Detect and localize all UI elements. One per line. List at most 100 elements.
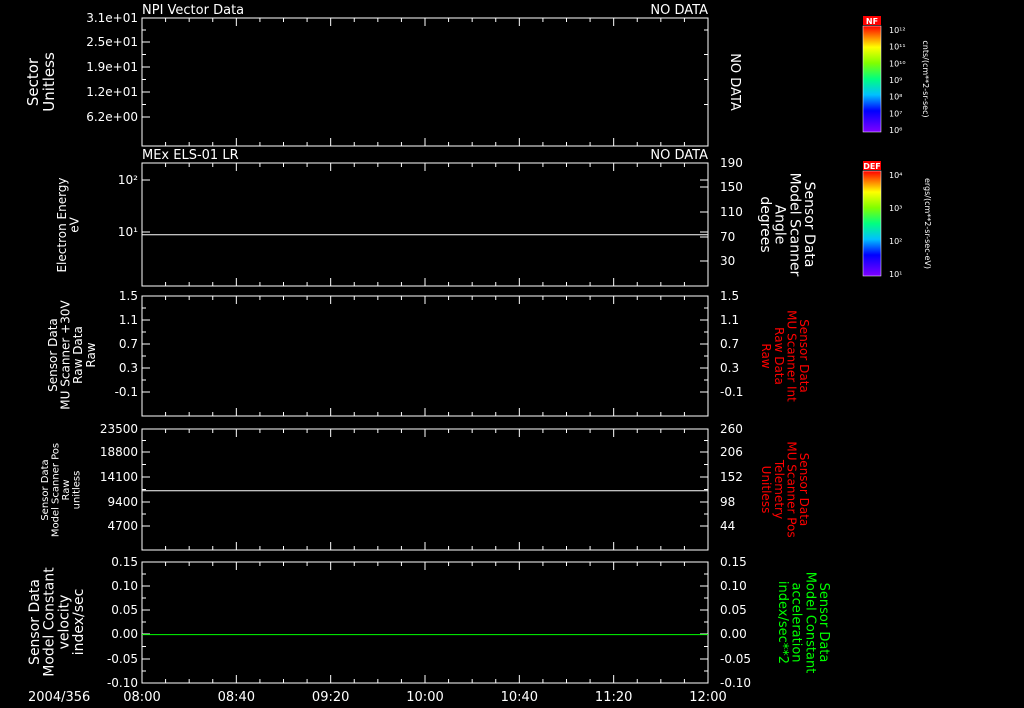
colorbar [862,25,882,133]
panel-title: NPI Vector Data [142,3,244,18]
y-axis-label-line: Sensor Data [40,459,51,520]
panel-status: NO DATA [650,3,708,18]
y-axis-label-line: Raw [84,342,98,367]
colorbar-tick-label: 10¹⁰ [889,59,906,68]
y-tick-label: 1.5 [119,289,138,303]
colorbar-tick-label: 10⁴ [889,171,902,180]
panel-title: MEx ELS-01 LR [142,148,239,163]
colorbar-tick-label: 10⁹ [889,76,902,85]
y-tick-label: 10² [118,173,138,187]
x-tick-label: 08:00 [123,690,160,705]
y-axis-label-line: Sensor Data [27,579,43,665]
panel-4: 23500 18800 14100 9400 4700 260 206 152 98 44 Sens… [40,422,811,551]
y-tick-label-right: 0.15 [720,555,747,569]
y-axis-label-right-line: Sensor Data [801,182,817,268]
y-axis-label-right-line: Raw [759,343,773,368]
y-tick-label-right: 30 [720,254,735,268]
y-axis-label-line: Model Constant [42,567,58,677]
y-tick-label: 18800 [100,445,138,459]
y-axis-label-right: Sensor DataMU Scanner PosTelemetryUnitle… [759,441,811,537]
colorbar-units: ergs/(cm**2-sr-sec-eV) [923,178,932,269]
panel-3: 1.5 1.1 0.7 0.3 -0.1 1.5 1.1 0.7 0.3 -0.1 Sensor D… [46,289,811,417]
y-axis-label-line: unitless [72,471,83,510]
y-tick-label: 9400 [107,495,138,509]
panel-frame [141,428,709,551]
y-tick-label: 2.5e+01 [86,35,138,49]
y-axis-label: Sensor DataModel Scanner PosRawunitless [40,443,83,537]
y-tick-label: 14100 [100,470,138,484]
no-data-label: NO DATA [727,53,742,111]
y-tick-label: 6.2e+00 [86,110,138,124]
colorbar-2: DEF 10⁴ 10³ 10² 10¹ ergs/(cm**2-sr-sec-eV) [862,161,932,279]
y-tick-label: -0.05 [107,652,138,666]
x-tick-label: 09:20 [312,690,349,705]
y-tick-label: 1.2e+01 [86,85,138,99]
y-tick-label-right: 206 [720,445,743,459]
colorbar-tag: NF [866,17,878,26]
y-tick-label: 0.00 [111,627,138,641]
colorbar-tick-label: 10¹ [889,270,902,279]
y-axis-label-right-line: degrees [757,196,773,252]
y-tick-label-right: 70 [720,230,735,244]
y-axis-label-line: Model Scanner Pos [51,443,62,537]
y-tick-label-right: 44 [720,519,735,533]
colorbar [862,170,882,277]
x-tick-label: 11:20 [595,690,632,705]
y-axis-label-line: eV [68,216,82,232]
y-axis-label: Sensor DataMU Scanner +30VRaw DataRaw [46,300,98,410]
colorbar-tick-label: 10³ [889,204,902,213]
y-axis-label-right: Sensor DataMU Scanner IntRaw DataRaw [759,310,811,402]
y-tick-label-right: 0.10 [720,579,747,593]
y-axis-label-right-line: Unitless [759,466,773,514]
panel-frame [141,561,709,684]
y-tick-label: 1.1 [119,313,138,327]
y-axis-label-line: velocity [56,595,72,650]
y-axis-label-line: Raw [61,479,72,500]
colorbar-units: cnts/(cm**2-sr-sec) [921,40,930,117]
y-tick-label-right: -0.10 [720,676,751,690]
colorbar-tick-label: 10⁶ [889,126,902,135]
y-axis-label-line: Unitless [40,52,58,112]
panel-status: NO DATA [650,148,708,163]
x-tick-label: 12:00 [689,690,726,705]
panel-frame [141,17,709,147]
y-axis-label-right-line: Angle [772,205,788,245]
y-tick-label: 0.3 [119,361,138,375]
date-label: 2004/356 [28,690,90,705]
y-tick-label-right: 1.1 [720,313,739,327]
y-tick-label: 3.1e+01 [86,11,138,25]
colorbar-tick-label: 10² [889,237,902,246]
y-tick-label: 1.9e+01 [86,60,138,74]
colorbar-1: NF 10¹² 10¹¹ 10¹⁰ 10⁹ 10⁸ 10⁷ 10⁶ cnts/(cm**2-sr… [862,16,930,135]
y-tick-label: 0.10 [111,579,138,593]
y-tick-label-right: -0.1 [720,385,743,399]
y-tick-label-right: 152 [720,470,743,484]
y-axis-label-line: index/sec [71,589,87,656]
x-tick-label: 10:00 [406,690,443,705]
y-tick-label-right: 0.00 [720,627,747,641]
y-axis-label-right: Sensor DataModel Constantaccelerationind… [775,572,831,674]
colorbar-tick-label: 10¹² [889,26,906,35]
y-tick-label: 0.7 [119,337,138,351]
plot-canvas: 3.1e+01 2.5e+01 1.9e+01 1.2e+01 6.2e+00 NPI V… [24,3,932,705]
y-tick-label: -0.1 [115,385,138,399]
y-tick-label-right: -0.05 [720,652,751,666]
y-tick-label: -0.10 [107,676,138,690]
y-axis-label: SectorUnitless [24,52,58,112]
y-tick-label: 23500 [100,422,138,436]
y-axis-label-right-line: index/sec**2 [775,581,790,664]
y-tick-label: 10¹ [118,225,138,239]
colorbar-tick-label: 10¹¹ [889,43,906,52]
colorbar-tick-label: 10⁸ [889,93,902,102]
y-tick-label-right: 1.5 [720,289,739,303]
y-tick-label-right: 190 [720,156,743,170]
x-tick-label: 08:40 [218,690,255,705]
y-axis-label: Electron EnergyeV [55,177,82,272]
y-tick-label-right: 0.05 [720,603,747,617]
y-tick-label-right: 0.3 [720,361,739,375]
panel-1: 3.1e+01 2.5e+01 1.9e+01 1.2e+01 6.2e+00 NPI V… [24,3,742,147]
y-axis-label-right-line: Model Scanner [786,173,802,277]
y-tick-label-right: 98 [720,495,735,509]
y-tick-label: 0.05 [111,603,138,617]
y-tick-label-right: 260 [720,422,743,436]
